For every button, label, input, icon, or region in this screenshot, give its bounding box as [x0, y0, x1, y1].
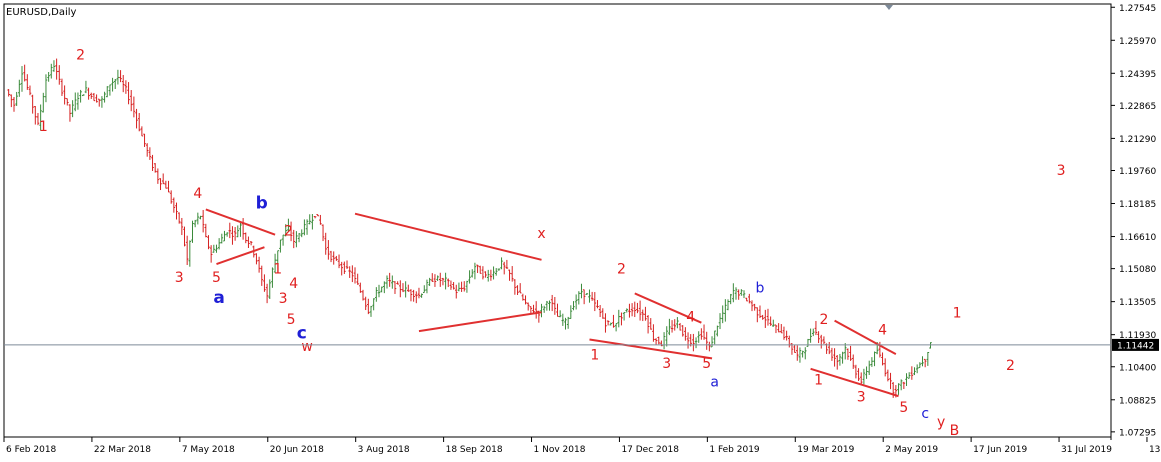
chart-title: EURUSD,Daily	[6, 7, 77, 18]
chart-background	[0, 0, 1161, 462]
y-tick-label: 1.10400	[1119, 363, 1156, 373]
wave-label: 3	[662, 356, 671, 372]
y-tick-label: 1.25970	[1119, 37, 1156, 47]
wave-label: w	[301, 339, 312, 355]
y-tick-label: 1.16610	[1119, 233, 1156, 243]
wave-label: 2	[819, 312, 828, 328]
wave-label: b	[756, 280, 765, 296]
x-tick-label: 17 Dec 2018	[621, 445, 679, 455]
y-tick-label: 1.19760	[1119, 167, 1156, 177]
wave-label: 5	[899, 400, 908, 416]
x-tick-label: 31 Jul 2019	[1061, 445, 1112, 455]
wave-label: b	[256, 193, 268, 213]
wave-label: 5	[212, 270, 221, 286]
y-tick-label: 1.24395	[1119, 70, 1156, 80]
y-tick-label: 1.15080	[1119, 265, 1156, 275]
y-tick-label: 1.08825	[1119, 396, 1156, 406]
x-tick-label: 3 Aug 2018	[358, 445, 410, 455]
wave-label: 3	[175, 270, 184, 286]
wave-label: 4	[193, 186, 202, 202]
y-tick-label: 1.07295	[1119, 428, 1156, 438]
x-tick-label: 1 Feb 2019	[709, 445, 760, 455]
wave-label: 1	[273, 261, 282, 277]
y-tick-label: 1.27545	[1119, 4, 1156, 14]
wave-label: 2	[284, 224, 293, 240]
wave-label: B	[950, 423, 960, 439]
wave-label: 2	[617, 261, 626, 277]
wave-label: y	[937, 415, 945, 431]
wave-label: 3	[279, 291, 288, 307]
x-tick-label: 17 Jun 2019	[973, 445, 1027, 455]
y-tick-label: 1.13505	[1119, 298, 1156, 308]
wave-label: 5	[287, 312, 296, 328]
x-tick-label: 2 May 2019	[885, 445, 938, 455]
x-tick-label: 1 Nov 2018	[534, 445, 586, 455]
wave-label: 1	[814, 373, 823, 389]
wave-label: 3	[1057, 163, 1066, 179]
wave-label: x	[537, 226, 545, 242]
wave-label: 3	[857, 389, 866, 405]
wave-label: 4	[289, 276, 298, 292]
wave-label: a	[710, 375, 719, 391]
y-tick-label: 1.18185	[1119, 200, 1156, 210]
wave-label: 4	[878, 322, 887, 338]
chart-root: EURUSD,Daily 12435ba21435cwx21435ab24135…	[0, 0, 1161, 462]
wave-label: c	[921, 406, 929, 422]
x-tick-label: 20 Jun 2018	[270, 445, 324, 455]
wave-label: 2	[76, 48, 85, 64]
x-tick-label: 22 Mar 2018	[94, 445, 151, 455]
x-tick-label: 19 Mar 2019	[797, 445, 854, 455]
x-tick-label: 18 Sep 2018	[446, 445, 503, 455]
chart-svg: EURUSD,Daily 1243 5ba21435cwx2143 5ab24135…	[0, 0, 1161, 462]
wave-label: a	[213, 288, 224, 308]
y-tick-label: 1.21290	[1119, 135, 1156, 145]
wave-label: 1	[953, 305, 962, 321]
wave-label: 4	[686, 310, 695, 326]
x-tick-label: 6 Feb 2018	[6, 445, 57, 455]
wave-label: 1	[590, 347, 599, 363]
y-tick-label: 1.22865	[1119, 102, 1156, 112]
x-tick-label: 13 Sep 2019	[1149, 445, 1161, 455]
current-price-label: 1.11442	[1117, 341, 1154, 351]
x-tick-label: 7 May 2018	[182, 445, 235, 455]
wave-label: 2	[1006, 358, 1015, 374]
wave-label: 5	[702, 356, 711, 372]
wave-label: 1	[39, 119, 48, 135]
